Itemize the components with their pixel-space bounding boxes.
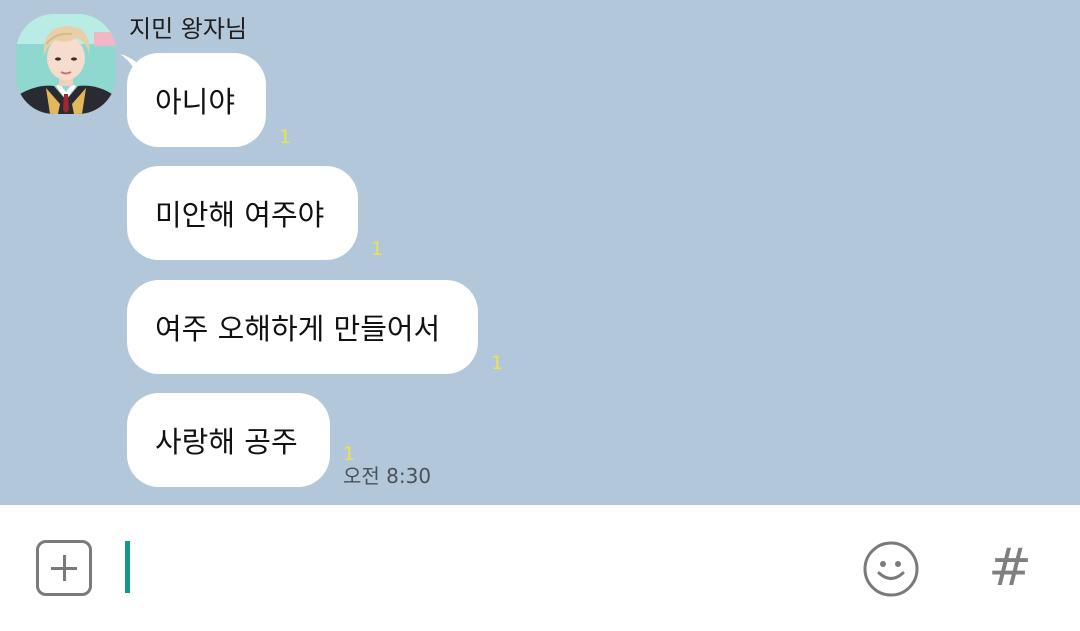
message-text: 미안해 여주야	[155, 198, 325, 232]
message-bubble[interactable]: 미안해 여주야	[127, 166, 358, 260]
text-cursor	[125, 541, 130, 593]
profile-avatar[interactable]	[16, 14, 116, 114]
chat-area: 지민 왕자님 아니야 1 미안해 여주야 1 여주 오해하게 만들어서 1 사랑…	[0, 0, 1080, 505]
message-input[interactable]	[120, 540, 840, 596]
attach-button[interactable]	[36, 540, 92, 596]
unread-count: 1	[491, 352, 504, 374]
message-bubble[interactable]: 여주 오해하게 만들어서	[127, 280, 478, 374]
message-bubble[interactable]: 아니야	[127, 53, 266, 147]
profile-photo-icon	[16, 14, 116, 114]
emoji-button[interactable]	[862, 540, 920, 598]
smiley-icon	[863, 541, 919, 597]
message-text: 여주 오해하게 만들어서	[155, 312, 441, 346]
message-timestamp: 오전 8:30	[343, 464, 432, 488]
message-bubble[interactable]: 사랑해 공주	[127, 393, 330, 487]
hashtag-search-button[interactable]: #	[982, 540, 1038, 596]
plus-icon-stem	[63, 555, 66, 581]
sender-name: 지민 왕자님	[129, 15, 248, 43]
unread-count: 1	[279, 126, 292, 148]
unread-count: 1	[371, 238, 384, 260]
message-text: 사랑해 공주	[155, 425, 298, 459]
message-text: 아니야	[155, 85, 236, 119]
unread-count: 1	[343, 443, 356, 465]
